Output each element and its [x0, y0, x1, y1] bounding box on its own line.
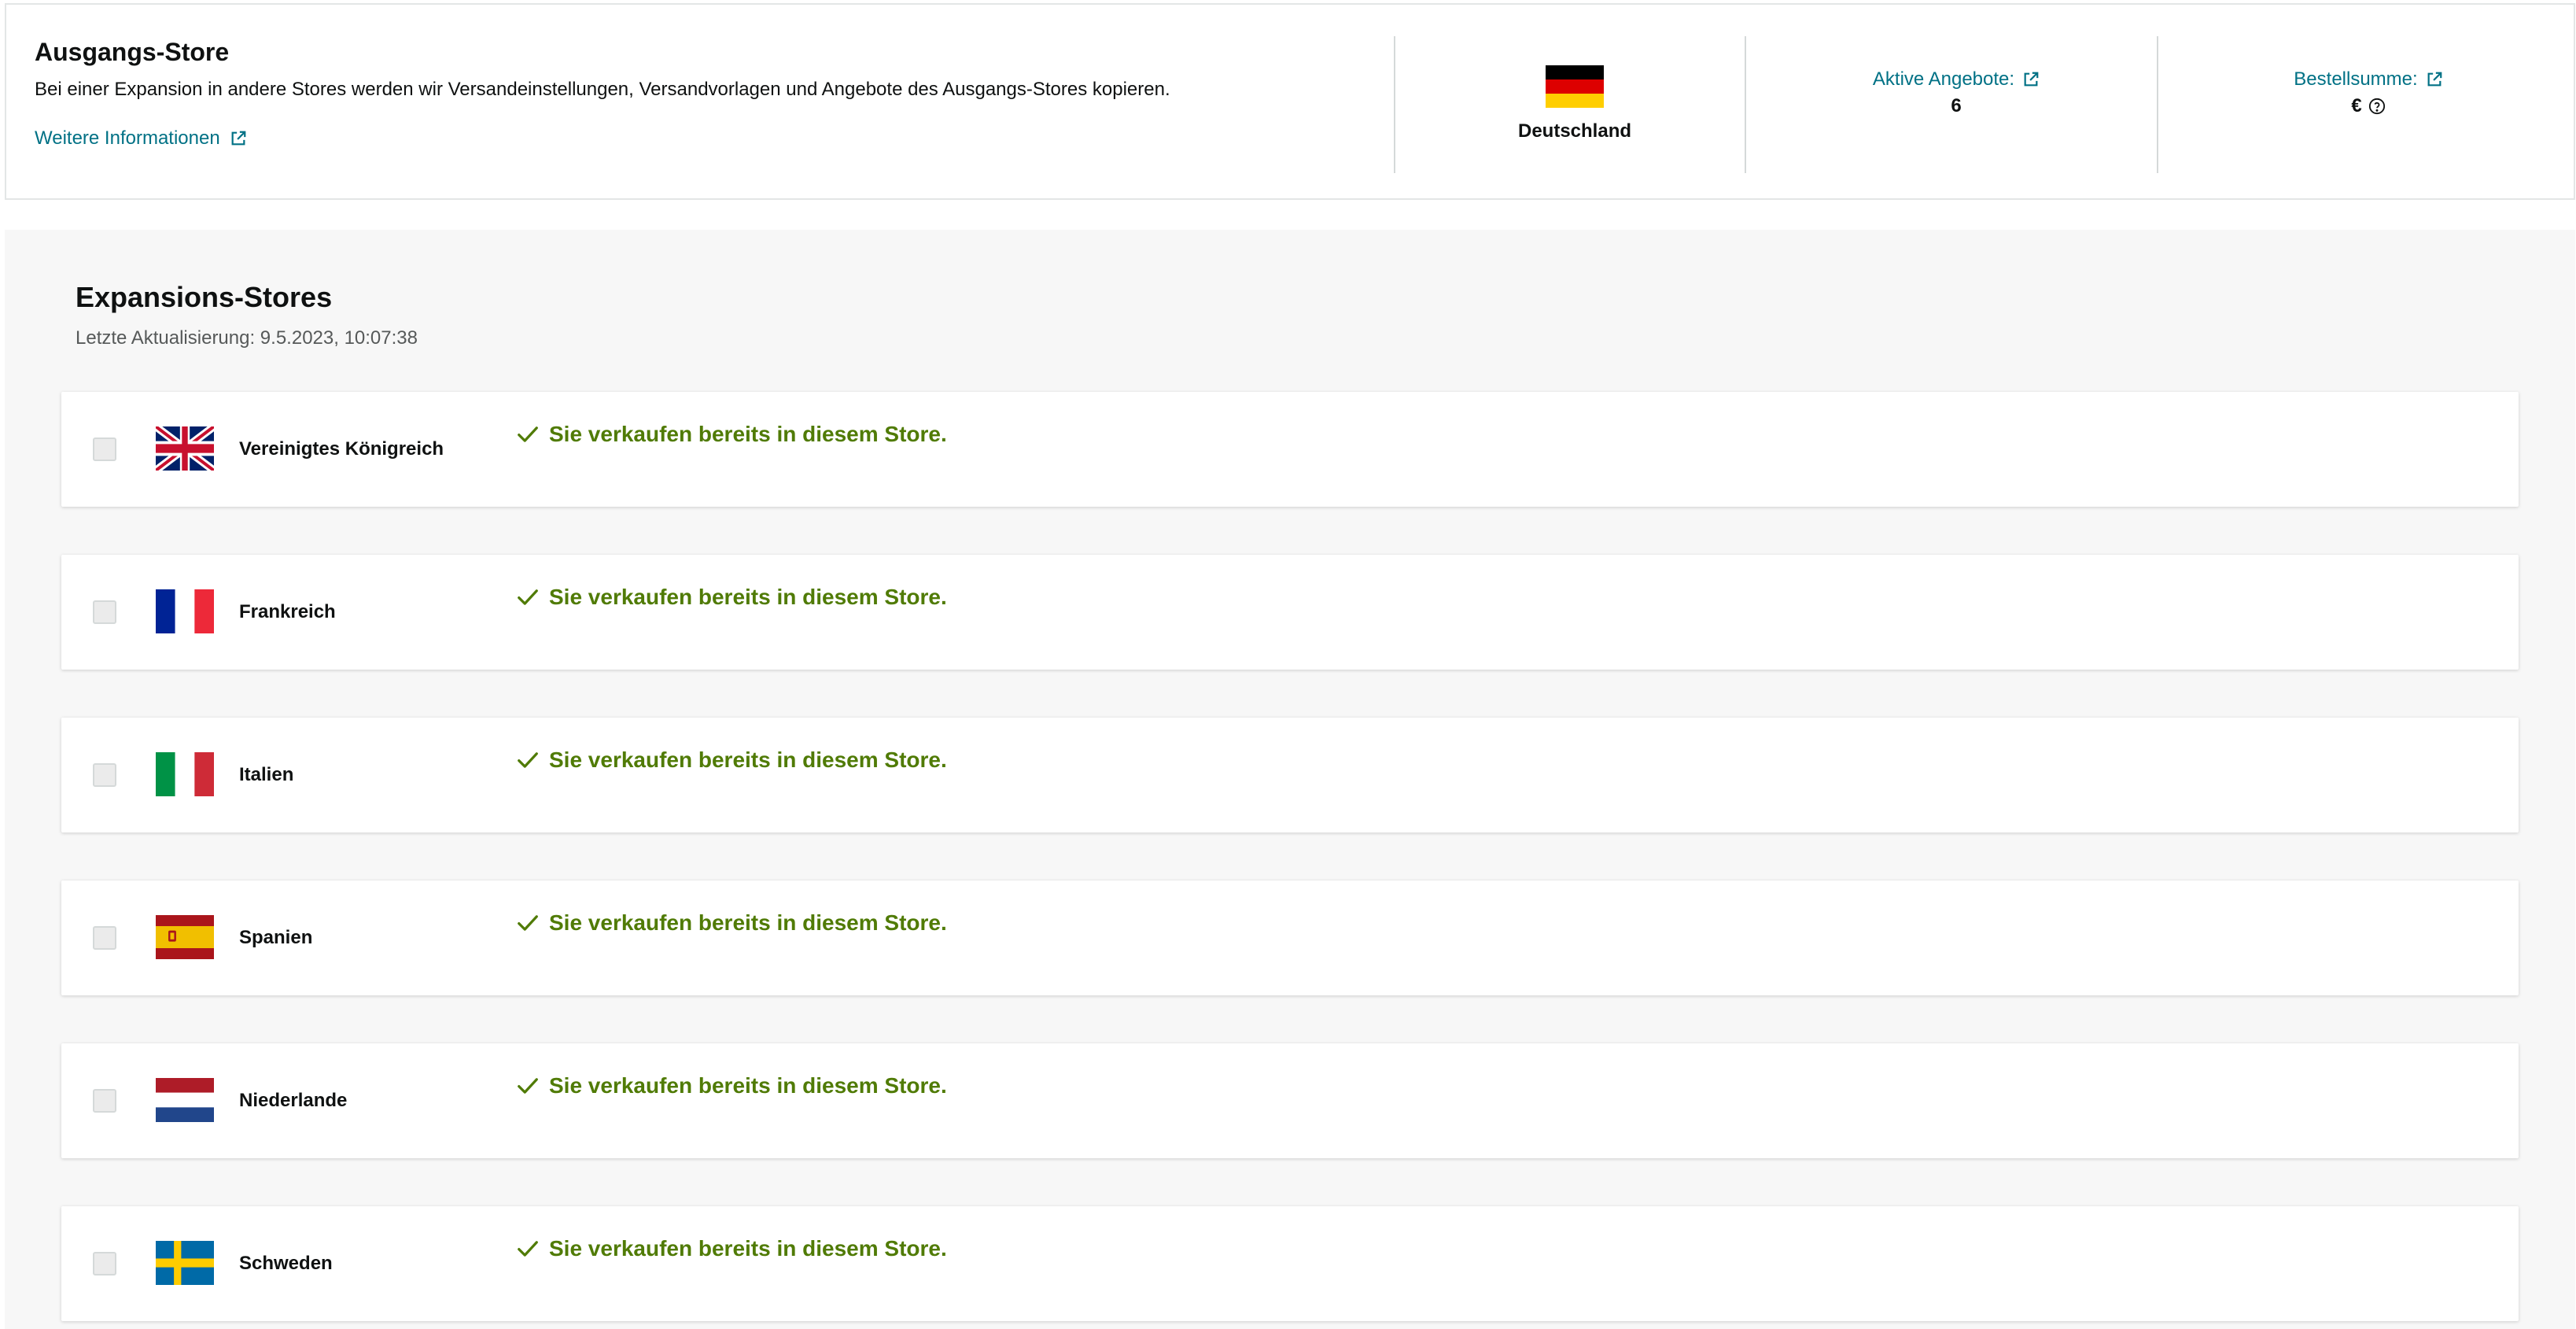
- source-store-title: Ausgangs-Store: [35, 38, 230, 66]
- divider: [1394, 36, 1395, 173]
- store-name: Spanien: [239, 927, 313, 948]
- last-updated-text: Letzte Aktualisierung: 9.5.2023, 10:07:3…: [76, 327, 418, 349]
- store-status: Sie verkaufen bereits in diesem Store.: [516, 1233, 947, 1264]
- active-offers-value: 6: [1951, 94, 1961, 119]
- external-link-icon: [2427, 72, 2442, 87]
- store-status-text: Sie verkaufen bereits in diesem Store.: [549, 585, 947, 609]
- checkmark-icon: [518, 426, 538, 442]
- source-store-description: Bei einer Expansion in andere Stores wer…: [35, 79, 1170, 100]
- source-country: Deutschland: [1400, 36, 1749, 173]
- store-status-text: Sie verkaufen bereits in diesem Store.: [549, 910, 947, 935]
- store-status-text: Sie verkaufen bereits in diesem Store.: [549, 1073, 947, 1098]
- active-offers-link[interactable]: Aktive Angebote:: [1873, 67, 2040, 92]
- help-icon[interactable]: [2368, 98, 2386, 115]
- store-status: Sie verkaufen bereits in diesem Store.: [516, 419, 947, 450]
- store-row-spain: Spanien Sie verkaufen bereits in diesem …: [61, 880, 2519, 995]
- divider: [1745, 36, 1746, 173]
- source-store-card: Ausgangs-Store Bei einer Expansion in an…: [5, 3, 2575, 200]
- checkmark-icon: [518, 1241, 538, 1257]
- external-link-icon: [2024, 72, 2039, 87]
- order-total-label: Bestellsumme:: [2294, 68, 2418, 90]
- store-status-text: Sie verkaufen bereits in diesem Store.: [549, 1236, 947, 1261]
- active-offers-stat: Aktive Angebote: 6: [1751, 36, 2161, 173]
- checkmark-icon: [518, 915, 538, 931]
- order-total-link[interactable]: Bestellsumme:: [2294, 67, 2442, 92]
- store-status-text: Sie verkaufen bereits in diesem Store.: [549, 422, 947, 446]
- store-name: Niederlande: [239, 1090, 348, 1111]
- checkmark-icon: [518, 752, 538, 768]
- store-name: Vereinigtes Königreich: [239, 438, 444, 460]
- checkmark-icon: [518, 1078, 538, 1094]
- expansion-stores-title: Expansions-Stores: [76, 281, 333, 313]
- flag-uk-icon: [156, 426, 214, 471]
- more-info-label: Weitere Informationen: [35, 127, 220, 149]
- checkmark-icon: [518, 589, 538, 605]
- flag-sweden-icon: [156, 1241, 214, 1285]
- more-info-link[interactable]: Weitere Informationen: [35, 124, 247, 153]
- active-offers-count: 6: [1951, 95, 1962, 116]
- store-checkbox[interactable]: [93, 1089, 116, 1113]
- store-name: Schweden: [239, 1253, 333, 1274]
- expansion-stores-panel: Expansions-Stores Letzte Aktualisierung:…: [5, 230, 2575, 1329]
- store-name: Frankreich: [239, 601, 336, 622]
- source-country-name: Deutschland: [1517, 120, 1632, 142]
- order-total-value: €: [2351, 95, 2362, 116]
- store-row-france: Frankreich Sie verkaufen bereits in dies…: [61, 555, 2519, 670]
- store-status-text: Sie verkaufen bereits in diesem Store.: [549, 748, 947, 772]
- store-row-italy: Italien Sie verkaufen bereits in diesem …: [61, 718, 2519, 832]
- active-offers-label: Aktive Angebote:: [1872, 68, 2015, 90]
- store-status: Sie verkaufen bereits in diesem Store.: [516, 744, 947, 776]
- flag-france-icon: [156, 589, 214, 633]
- store-checkbox[interactable]: [93, 437, 116, 461]
- flag-spain-icon: [156, 915, 214, 959]
- store-status: Sie verkaufen bereits in diesem Store.: [516, 1070, 947, 1102]
- store-checkbox[interactable]: [93, 926, 116, 950]
- order-total-value-row: €: [2351, 94, 2385, 119]
- source-store-info: Ausgangs-Store Bei einer Expansion in an…: [35, 33, 1372, 153]
- store-checkbox[interactable]: [93, 1252, 116, 1275]
- flag-germany-icon: [1546, 65, 1604, 108]
- store-checkbox[interactable]: [93, 763, 116, 787]
- store-row-netherlands: Niederlande Sie verkaufen bereits in die…: [61, 1043, 2519, 1158]
- divider: [2157, 36, 2158, 173]
- flag-italy-icon: [156, 752, 214, 796]
- store-status: Sie verkaufen bereits in diesem Store.: [516, 581, 947, 613]
- store-name: Italien: [239, 764, 294, 785]
- store-checkbox[interactable]: [93, 600, 116, 624]
- store-row-sweden: Schweden Sie verkaufen bereits in diesem…: [61, 1206, 2519, 1321]
- flag-netherlands-icon: [156, 1078, 214, 1122]
- store-status: Sie verkaufen bereits in diesem Store.: [516, 907, 947, 939]
- order-total-stat: Bestellsumme: €: [2163, 36, 2574, 173]
- store-row-uk: Vereinigtes Königreich Sie verkaufen ber…: [61, 392, 2519, 507]
- external-link-icon: [231, 131, 246, 146]
